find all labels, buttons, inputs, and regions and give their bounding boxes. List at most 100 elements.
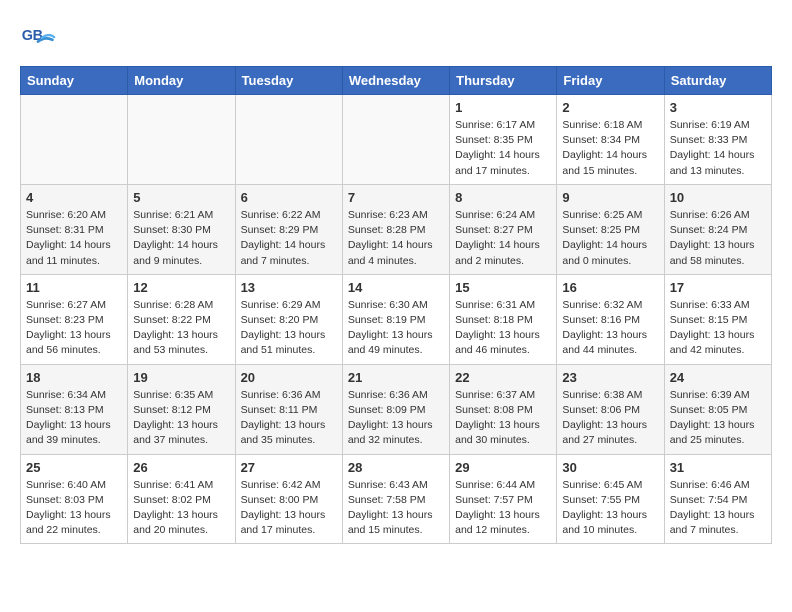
day-info: Sunrise: 6:38 AM Sunset: 8:06 PM Dayligh… [562, 388, 658, 449]
day-info: Sunrise: 6:21 AM Sunset: 8:30 PM Dayligh… [133, 208, 229, 269]
day-of-week-header: Monday [128, 67, 235, 95]
calendar-cell: 22 Sunrise: 6:37 AM Sunset: 8:08 PM Dayli… [450, 364, 557, 454]
day-number: 23 [562, 370, 658, 385]
svg-text:G: G [22, 28, 33, 44]
day-number: 15 [455, 280, 551, 295]
day-info: Sunrise: 6:28 AM Sunset: 8:22 PM Dayligh… [133, 298, 229, 359]
day-number: 19 [133, 370, 229, 385]
day-info: Sunrise: 6:46 AM Sunset: 7:54 PM Dayligh… [670, 478, 766, 539]
logo: G B [20, 20, 60, 56]
day-of-week-header: Thursday [450, 67, 557, 95]
calendar-cell [128, 95, 235, 185]
calendar-cell: 28Sunrise: 6:43 AM Sunset: 7:58 PM Dayli… [342, 454, 449, 544]
day-number: 14 [348, 280, 444, 295]
calendar-cell: 5 Sunrise: 6:21 AM Sunset: 8:30 PM Daylig… [128, 184, 235, 274]
calendar-cell: 4 Sunrise: 6:20 AM Sunset: 8:31 PM Daylig… [21, 184, 128, 274]
calendar-cell: 1 Sunrise: 6:17 AM Sunset: 8:35 PM Daylig… [450, 95, 557, 185]
day-info: Sunrise: 6:44 AM Sunset: 7:57 PM Dayligh… [455, 478, 551, 539]
day-number: 22 [455, 370, 551, 385]
day-number: 16 [562, 280, 658, 295]
day-info: Sunrise: 6:22 AM Sunset: 8:29 PM Dayligh… [241, 208, 337, 269]
calendar-cell: 14 Sunrise: 6:30 AM Sunset: 8:19 PM Dayli… [342, 274, 449, 364]
day-info: Sunrise: 6:34 AM Sunset: 8:13 PM Dayligh… [26, 388, 122, 449]
day-number: 2 [562, 100, 658, 115]
day-number: 4 [26, 190, 122, 205]
day-number: 27 [241, 460, 337, 475]
day-number: 12 [133, 280, 229, 295]
day-of-week-header: Friday [557, 67, 664, 95]
day-number: 5 [133, 190, 229, 205]
day-of-week-header: Wednesday [342, 67, 449, 95]
calendar-cell: 30 Sunrise: 6:45 AM Sunset: 7:55 PM Dayli… [557, 454, 664, 544]
day-number: 7 [348, 190, 444, 205]
calendar-table: SundayMondayTuesdayWednesdayThursdayFrid… [20, 66, 772, 544]
day-info: Sunrise: 6:42 AM Sunset: 8:00 PM Dayligh… [241, 478, 337, 539]
day-number: 9 [562, 190, 658, 205]
calendar-cell: 18 Sunrise: 6:34 AM Sunset: 8:13 PM Dayli… [21, 364, 128, 454]
day-number: 29 [455, 460, 551, 475]
calendar-week-row: 1 Sunrise: 6:17 AM Sunset: 8:35 PM Daylig… [21, 95, 772, 185]
calendar-week-row: 18 Sunrise: 6:34 AM Sunset: 8:13 PM Dayli… [21, 364, 772, 454]
day-number: 25 [26, 460, 122, 475]
calendar-cell: 8 Sunrise: 6:24 AM Sunset: 8:27 PM Daylig… [450, 184, 557, 274]
calendar-cell: 24 Sunrise: 6:39 AM Sunset: 8:05 PM Dayli… [664, 364, 771, 454]
calendar-cell [342, 95, 449, 185]
day-info: Sunrise: 6:36 AM Sunset: 8:11 PM Dayligh… [241, 388, 337, 449]
calendar-cell: 6 Sunrise: 6:22 AM Sunset: 8:29 PM Daylig… [235, 184, 342, 274]
calendar-cell: 29 Sunrise: 6:44 AM Sunset: 7:57 PM Dayli… [450, 454, 557, 544]
day-number: 28 [348, 460, 444, 475]
calendar-cell [21, 95, 128, 185]
calendar-cell: 10Sunrise: 6:26 AM Sunset: 8:24 PM Dayli… [664, 184, 771, 274]
day-of-week-header: Tuesday [235, 67, 342, 95]
day-info: Sunrise: 6:27 AM Sunset: 8:23 PM Dayligh… [26, 298, 122, 359]
calendar-cell: 31 Sunrise: 6:46 AM Sunset: 7:54 PM Dayli… [664, 454, 771, 544]
day-number: 21 [348, 370, 444, 385]
calendar-cell: 15 Sunrise: 6:31 AM Sunset: 8:18 PM Dayli… [450, 274, 557, 364]
day-info: Sunrise: 6:30 AM Sunset: 8:19 PM Dayligh… [348, 298, 444, 359]
day-number: 10 [670, 190, 766, 205]
day-info: Sunrise: 6:18 AM Sunset: 8:34 PM Dayligh… [562, 118, 658, 179]
day-number: 8 [455, 190, 551, 205]
day-info: Sunrise: 6:33 AM Sunset: 8:15 PM Dayligh… [670, 298, 766, 359]
calendar-cell: 2 Sunrise: 6:18 AM Sunset: 8:34 PM Daylig… [557, 95, 664, 185]
calendar-cell: 3Sunrise: 6:19 AM Sunset: 8:33 PM Daylig… [664, 95, 771, 185]
day-number: 30 [562, 460, 658, 475]
calendar-cell: 17 Sunrise: 6:33 AM Sunset: 8:15 PM Dayli… [664, 274, 771, 364]
day-info: Sunrise: 6:31 AM Sunset: 8:18 PM Dayligh… [455, 298, 551, 359]
day-info: Sunrise: 6:40 AM Sunset: 8:03 PM Dayligh… [26, 478, 122, 539]
day-number: 31 [670, 460, 766, 475]
calendar-cell: 9 Sunrise: 6:25 AM Sunset: 8:25 PM Daylig… [557, 184, 664, 274]
day-info: Sunrise: 6:20 AM Sunset: 8:31 PM Dayligh… [26, 208, 122, 269]
day-of-week-header: Saturday [664, 67, 771, 95]
calendar-cell: 12 Sunrise: 6:28 AM Sunset: 8:22 PM Dayli… [128, 274, 235, 364]
day-info: Sunrise: 6:39 AM Sunset: 8:05 PM Dayligh… [670, 388, 766, 449]
calendar-cell: 13Sunrise: 6:29 AM Sunset: 8:20 PM Dayli… [235, 274, 342, 364]
day-info: Sunrise: 6:32 AM Sunset: 8:16 PM Dayligh… [562, 298, 658, 359]
day-info: Sunrise: 6:24 AM Sunset: 8:27 PM Dayligh… [455, 208, 551, 269]
calendar-cell: 7 Sunrise: 6:23 AM Sunset: 8:28 PM Daylig… [342, 184, 449, 274]
day-info: Sunrise: 6:17 AM Sunset: 8:35 PM Dayligh… [455, 118, 551, 179]
day-number: 24 [670, 370, 766, 385]
calendar-week-row: 25 Sunrise: 6:40 AM Sunset: 8:03 PM Dayli… [21, 454, 772, 544]
day-number: 17 [670, 280, 766, 295]
calendar-cell: 11 Sunrise: 6:27 AM Sunset: 8:23 PM Dayli… [21, 274, 128, 364]
day-number: 6 [241, 190, 337, 205]
calendar-cell: 23 Sunrise: 6:38 AM Sunset: 8:06 PM Dayli… [557, 364, 664, 454]
logo-icon: G B [20, 20, 56, 56]
calendar-cell: 16 Sunrise: 6:32 AM Sunset: 8:16 PM Dayli… [557, 274, 664, 364]
day-number: 11 [26, 280, 122, 295]
day-info: Sunrise: 6:25 AM Sunset: 8:25 PM Dayligh… [562, 208, 658, 269]
day-info: Sunrise: 6:19 AM Sunset: 8:33 PM Dayligh… [670, 118, 766, 179]
day-info: Sunrise: 6:41 AM Sunset: 8:02 PM Dayligh… [133, 478, 229, 539]
day-info: Sunrise: 6:37 AM Sunset: 8:08 PM Dayligh… [455, 388, 551, 449]
day-number: 20 [241, 370, 337, 385]
day-info: Sunrise: 6:23 AM Sunset: 8:28 PM Dayligh… [348, 208, 444, 269]
day-number: 1 [455, 100, 551, 115]
calendar-cell [235, 95, 342, 185]
calendar-cell: 25 Sunrise: 6:40 AM Sunset: 8:03 PM Dayli… [21, 454, 128, 544]
day-info: Sunrise: 6:45 AM Sunset: 7:55 PM Dayligh… [562, 478, 658, 539]
day-info: Sunrise: 6:35 AM Sunset: 8:12 PM Dayligh… [133, 388, 229, 449]
day-number: 26 [133, 460, 229, 475]
day-number: 18 [26, 370, 122, 385]
day-number: 13 [241, 280, 337, 295]
